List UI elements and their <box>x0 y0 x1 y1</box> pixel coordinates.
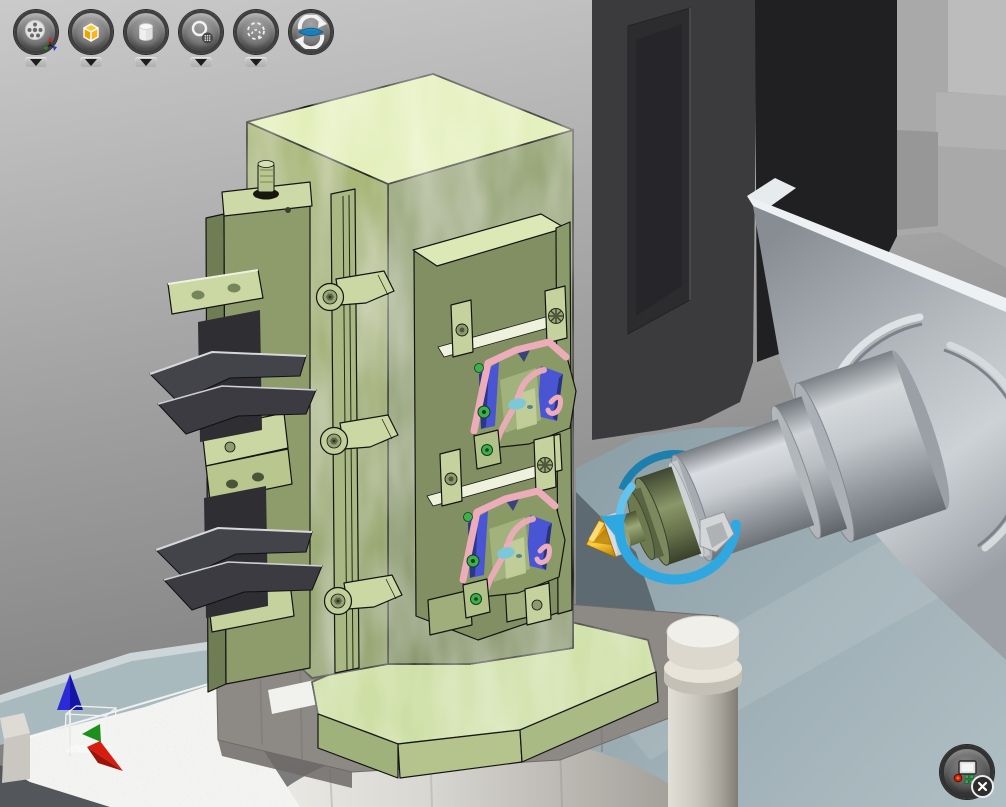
scene-svg <box>0 0 1006 807</box>
circular-arrows-eye-icon <box>294 15 328 49</box>
cylinder-icon <box>131 17 161 47</box>
left-riser-block <box>0 713 30 783</box>
dropdown-arrow[interactable] <box>190 57 212 67</box>
toolbar-item-isometric-view <box>67 10 115 67</box>
view-toolbar <box>12 10 335 67</box>
dynamic-rotate-button[interactable] <box>234 10 278 54</box>
toolbar-item-zoom <box>177 10 225 67</box>
dashed-orbit-icon <box>241 17 271 47</box>
close-x-icon <box>971 775 994 798</box>
toolbar-item-cylinder-view <box>122 10 170 67</box>
cylinder-view-button[interactable] <box>124 10 168 54</box>
dropdown-arrow[interactable] <box>80 57 102 67</box>
view-orientation-button[interactable] <box>14 10 58 54</box>
toolbar-item-refresh <box>287 10 335 67</box>
toolbar-item-view-orientation <box>12 10 60 67</box>
dropdown-arrow[interactable] <box>25 57 47 67</box>
cube-icon <box>76 17 106 47</box>
magnifier-grid-icon <box>186 17 216 47</box>
isometric-view-button[interactable] <box>69 10 113 54</box>
zoom-button[interactable] <box>179 10 223 54</box>
dropdown-arrow[interactable] <box>245 57 267 67</box>
viewport-3d[interactable] <box>0 0 1006 807</box>
close-control-panel-button[interactable] <box>940 745 994 799</box>
dropdown-arrow[interactable] <box>135 57 157 67</box>
refresh-display-button[interactable] <box>289 10 333 54</box>
mini-axes-icon <box>42 36 58 52</box>
toolbar-item-dynamic-rotate <box>232 10 280 67</box>
support-post <box>664 616 742 807</box>
